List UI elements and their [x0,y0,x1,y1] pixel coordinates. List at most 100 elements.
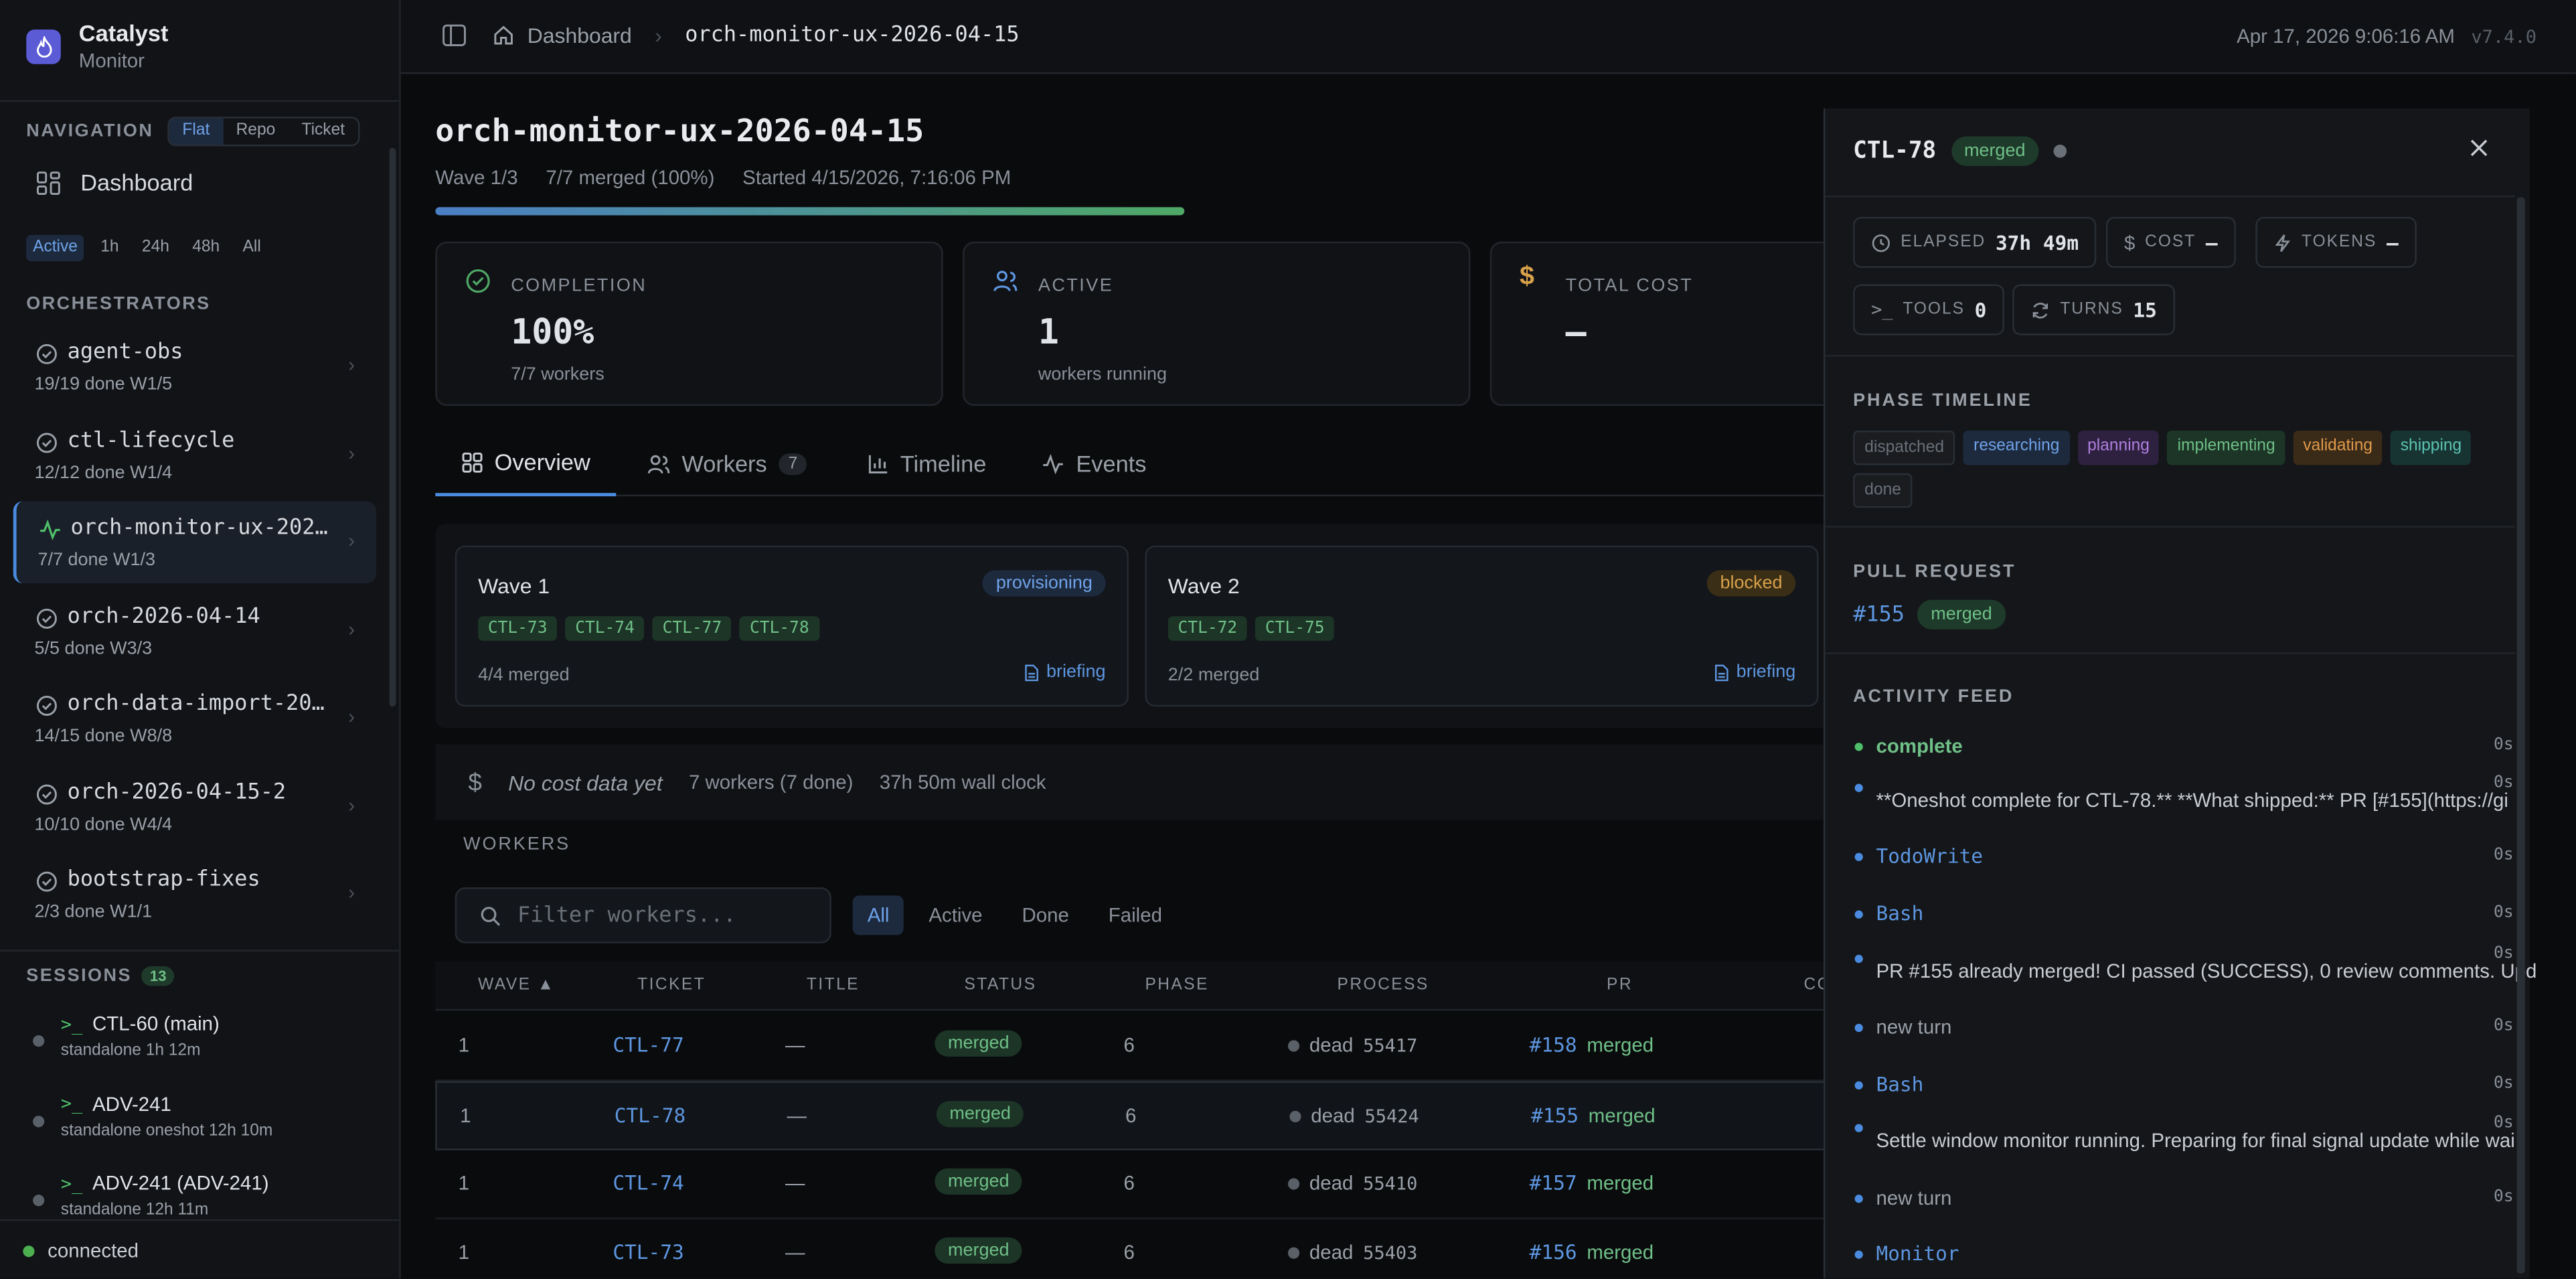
nav-dashboard-label: Dashboard [80,169,193,196]
pr-link[interactable]: #155 [1531,1104,1579,1127]
brand-subtitle: Monitor [78,49,145,72]
filter-done[interactable]: Done [1007,895,1084,935]
session-item[interactable]: >_ ADV-241 (ADV-241) standalone 12h 11m [33,1167,386,1232]
range-24h[interactable]: 24h [135,235,176,261]
view-mode-ticket[interactable]: Ticket [289,119,358,145]
orchestrator-item[interactable]: bootstrap-fixes 2/3 done W1/1 › [13,853,376,935]
col-title[interactable]: TITLE [807,976,860,994]
activity-item[interactable]: Settle window monitor running. Preparing… [1853,1114,2526,1163]
activity-item[interactable]: complete 0s [1853,733,2526,769]
tab-events[interactable]: Events [1016,431,1173,496]
ticket-chip[interactable]: CTL-72 [1168,616,1247,642]
filter-workers-input[interactable] [517,903,813,928]
pr-link[interactable]: #157 [1530,1172,1577,1195]
session-item[interactable]: >_ CTL-60 (main) standalone 1h 12m [33,1007,386,1073]
check-circle-icon [36,344,58,365]
orchestrator-item[interactable]: orch-monitor-ux-202… 7/7 done W1/3 › [13,501,376,584]
nav-dashboard[interactable]: Dashboard [36,169,193,196]
wave-card[interactable]: Wave 2 blocked CTL-72 CTL-75 2/2 merged … [1145,545,1819,707]
activity-timestamp: 0s [2494,1114,2514,1132]
activity-item[interactable]: TodoWrite 0s [1853,843,2526,879]
briefing-link[interactable]: briefing [1024,662,1106,682]
time-range-filter: Active 1h 24h 48h All [26,234,268,262]
range-48h[interactable]: 48h [185,235,226,261]
cell-ticket[interactable]: CTL-77 [613,1034,683,1057]
tab-timeline[interactable]: Timeline [841,431,1012,496]
breadcrumb-dashboard[interactable]: Dashboard [528,23,632,48]
col-process[interactable]: PROCESS [1338,976,1429,994]
orchestrator-meta: 14/15 done W8/8 [34,726,173,747]
activity-item[interactable]: new turn 0s [1853,1014,2526,1050]
range-active[interactable]: Active [26,234,84,262]
wave-card[interactable]: Wave 1 provisioning CTL-73 CTL-74 CTL-77… [455,545,1129,707]
orchestrator-item[interactable]: orch-2026-04-14 5/5 done W3/3 › [13,589,376,672]
tab-label: Timeline [900,450,987,477]
col-ticket[interactable]: TICKET [637,976,706,994]
status-badge: merged [935,1030,1023,1057]
terminal-icon: >_ [60,1092,83,1114]
filter-active[interactable]: Active [914,895,997,935]
cell-pr: #155 merged [1531,1104,1656,1127]
ticket-chip[interactable]: CTL-75 [1255,616,1335,642]
ticket-chip[interactable]: CTL-78 [740,616,819,642]
pr-link[interactable]: #156 [1530,1241,1577,1264]
activity-timestamp: 0s [2494,1188,2514,1207]
brand[interactable]: Catalyst Monitor [26,19,168,72]
activity-item[interactable]: **Oneshot complete for CTL-78.** **What … [1853,774,2526,823]
close-icon[interactable] [2469,138,2488,157]
activity-dot [1854,852,1863,861]
pr-link[interactable]: #155 [1853,602,1905,627]
progress-bar [435,207,1185,216]
sidebar-scrollbar[interactable] [389,147,396,707]
ticket-chip[interactable]: CTL-74 [565,616,645,642]
tab-workers[interactable]: Workers 7 [621,431,834,496]
process-state: dead [1311,1104,1355,1128]
pr-link[interactable]: #158 [1530,1034,1577,1057]
range-1h[interactable]: 1h [94,235,125,261]
sessions-label-text: SESSIONS [26,966,132,986]
tab-overview[interactable]: Overview [435,431,617,497]
activity-item[interactable]: new turn 0s [1853,1185,2526,1221]
orchestrator-item[interactable]: orch-data-import-20… 14/15 done W8/8 › [13,677,376,759]
cell-status: merged [935,1237,1023,1264]
cell-title: — [785,1033,805,1057]
filter-failed[interactable]: Failed [1094,895,1177,935]
activity-dot [1854,954,1863,964]
col-status[interactable]: STATUS [964,976,1036,994]
drawer-scrollbar[interactable] [2516,197,2525,1274]
ticket-chip[interactable]: CTL-77 [652,616,732,642]
activity-item[interactable]: Bash 0s [1853,1071,2526,1108]
sidebar-toggle-icon[interactable] [442,23,467,48]
chip-tools: >_ TOOLS 0 [1853,284,2005,335]
cell-ticket[interactable]: CTL-74 [613,1172,683,1195]
filter-workers-field[interactable] [455,887,831,944]
wave-status-badge: provisioning [983,570,1106,597]
ticket-chip[interactable]: CTL-73 [478,616,558,642]
col-pr[interactable]: PR [1607,976,1633,994]
process-dot [1289,1110,1301,1122]
cell-ticket[interactable]: CTL-78 [615,1104,686,1127]
activity-item[interactable]: PR #155 already merged! CI passed (SUCCE… [1853,945,2537,994]
session-item[interactable]: >_ ADV-241 standalone oneshot 12h 10m [33,1087,386,1152]
orchestrator-meta: 7/7 done W1/3 [37,550,156,571]
range-all[interactable]: All [236,235,268,261]
orchestrator-item[interactable]: agent-obs 19/19 done W1/5 › [13,325,376,408]
view-mode-flat[interactable]: Flat [169,118,223,145]
orchestrator-item[interactable]: orch-2026-04-15-2 10/10 done W4/4 › [13,765,376,847]
activity-item[interactable]: Monitor [1853,1241,2526,1277]
activity-item[interactable]: Bash 0s [1853,901,2526,937]
col-wave[interactable]: WAVE ▲ [478,976,555,994]
col-phase[interactable]: PHASE [1145,976,1208,994]
activity-dot [1854,743,1863,751]
view-mode-repo[interactable]: Repo [223,119,289,145]
cell-ticket[interactable]: CTL-73 [613,1241,683,1264]
activity-timestamp: 0s [2494,846,2514,864]
briefing-link[interactable]: briefing [1713,662,1795,682]
stat-sub: workers running [1038,364,1167,385]
cell-status: merged [935,1168,1023,1195]
activity-dot [1854,1195,1863,1203]
orchestrator-item[interactable]: ctl-lifecycle 12/12 done W1/4 › [13,413,376,496]
chip-value: 37h 49m [1995,230,2079,254]
orchestrator-meta: 2/3 done W1/1 [34,902,153,922]
filter-all[interactable]: All [852,895,904,935]
